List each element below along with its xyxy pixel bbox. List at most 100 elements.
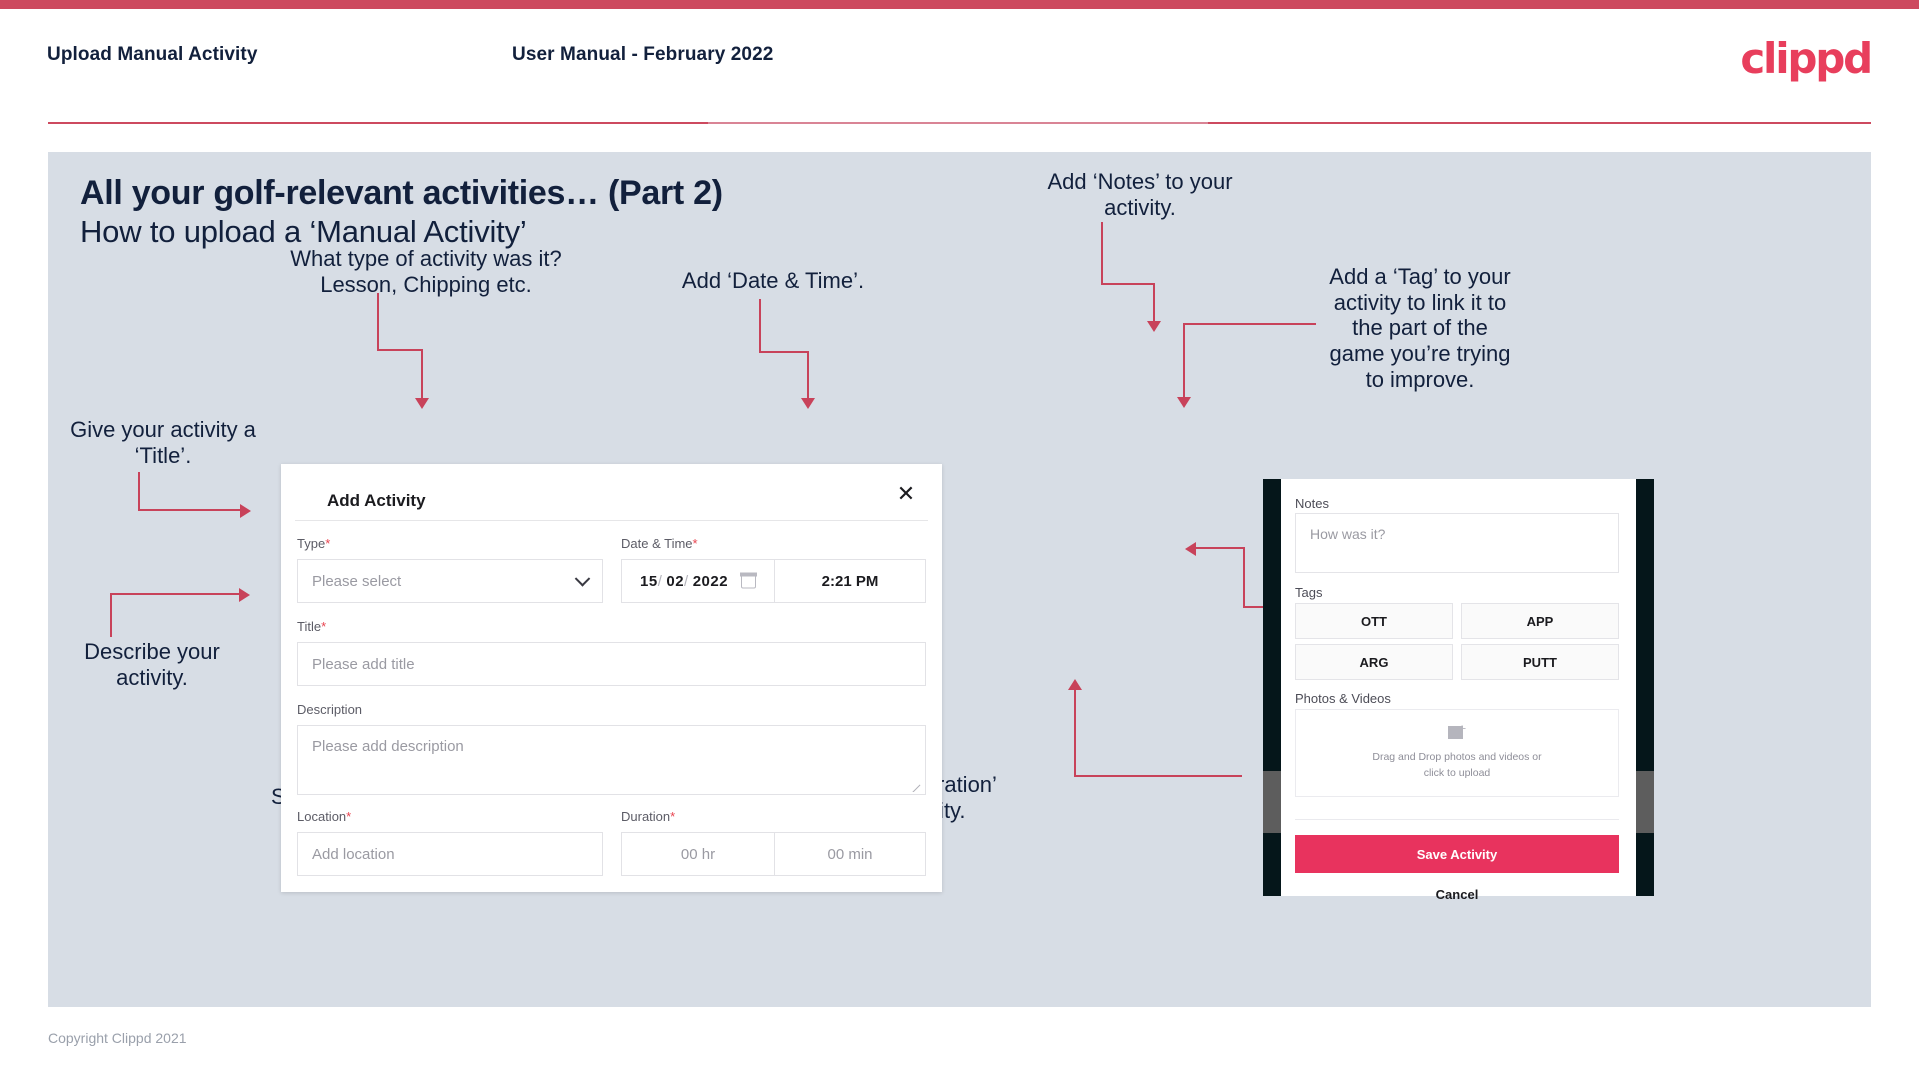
close-icon[interactable]: ✕ xyxy=(889,478,923,512)
description-label: Description xyxy=(297,702,363,717)
connector-type-h xyxy=(377,349,422,351)
header-divider xyxy=(48,122,1871,124)
annotation-title: Give your activity a ‘Title’. xyxy=(70,417,256,468)
dropzone-line-2: click to upload xyxy=(1423,767,1491,779)
connector-type-v1 xyxy=(377,293,379,350)
connector-dt-arrow xyxy=(801,398,815,409)
annotation-notes: Add ‘Notes’ to your activity. xyxy=(1047,169,1233,220)
connector-tags-h xyxy=(1183,323,1316,325)
phone-screen: Notes How was it? Tags OTT APP ARG PUTT xyxy=(1281,479,1636,902)
connector-dt-h xyxy=(759,351,808,353)
duration-hours-value: 00 hr xyxy=(680,845,716,863)
title-placeholder: Please add title xyxy=(312,655,415,673)
connector-upload-arrow xyxy=(1185,542,1196,556)
connector-upload-h2 xyxy=(1196,547,1244,549)
connector-save-arrow xyxy=(1068,679,1082,690)
dialog-title: Add Activity xyxy=(327,491,426,510)
clippd-logo: clippd xyxy=(1740,34,1873,83)
tag-putt-label: PUTT xyxy=(1523,654,1557,670)
notes-label: Notes xyxy=(1295,496,1329,511)
connector-upload-v xyxy=(1243,547,1245,607)
header-center-title: User Manual - February 2022 xyxy=(512,44,774,65)
photo-dropzone[interactable]: + Drag and Drop photos and videos or cli… xyxy=(1295,709,1619,797)
connector-notes-arrow xyxy=(1147,321,1161,332)
header-left-title: Upload Manual Activity xyxy=(47,44,258,65)
tag-app-label: APP xyxy=(1526,613,1554,629)
top-accent-bar xyxy=(0,0,1919,9)
date-year: 2022 xyxy=(692,572,729,590)
phone-right-bezel xyxy=(1636,479,1654,896)
connector-title-arrow xyxy=(240,504,251,518)
time-input[interactable]: 2:21 PM xyxy=(775,560,925,602)
duration-label: Duration* xyxy=(621,809,676,824)
connector-tags-arrow xyxy=(1177,397,1191,408)
datetime-label: Date & Time* xyxy=(621,536,698,551)
tag-arg[interactable]: ARG xyxy=(1295,644,1453,680)
notes-placeholder: How was it? xyxy=(1310,526,1386,542)
phone-right-scroll-indicator xyxy=(1636,771,1654,833)
duration-hours-input[interactable]: 00 hr xyxy=(622,833,774,875)
tag-ott[interactable]: OTT xyxy=(1295,603,1453,639)
slide-page: Upload Manual Activity User Manual - Feb… xyxy=(0,0,1919,1079)
connector-save-h xyxy=(1074,775,1242,777)
title-input[interactable]: Please add title xyxy=(297,642,926,686)
connector-dt-v2 xyxy=(807,351,809,399)
annotation-type: What type of activity was it? Lesson, Chi… xyxy=(290,246,562,297)
phone-left-bezel xyxy=(1263,479,1281,896)
tag-arg-label: ARG xyxy=(1359,654,1389,670)
connector-desc-arrow xyxy=(239,588,250,602)
connector-dt-v1 xyxy=(759,299,761,352)
location-label: Location* xyxy=(297,809,352,824)
cancel-button[interactable]: Cancel xyxy=(1295,881,1619,907)
connector-type-arrow xyxy=(415,398,429,409)
phone-divider xyxy=(1295,819,1619,820)
page-subtitle: How to upload a ‘Manual Activity’ xyxy=(80,214,527,249)
duration-minutes-value: 00 min xyxy=(827,845,873,863)
time-value: 2:21 PM xyxy=(821,572,879,590)
add-activity-dialog: Add Activity ✕ Type* Please select Date … xyxy=(281,464,942,892)
tag-ott-label: OTT xyxy=(1361,613,1387,629)
cancel-label: Cancel xyxy=(1435,886,1479,902)
annotation-tags: Add a ‘Tag’ to your activity to link it t… xyxy=(1329,264,1511,392)
calendar-icon[interactable] xyxy=(740,572,757,589)
annotation-datetime: Add ‘Date & Time’. xyxy=(681,268,865,293)
date-input[interactable]: 15 / 02 / 2022 xyxy=(622,560,774,602)
connector-tags-v xyxy=(1183,323,1185,398)
description-textarea[interactable]: Please add description xyxy=(297,725,926,795)
datetime-field: 15 / 02 / 2022 2:21 PM xyxy=(621,559,926,603)
date-sep-2: / xyxy=(684,572,689,590)
slide-canvas: All your golf-relevant activities… (Part… xyxy=(48,152,1871,1007)
location-placeholder: Add location xyxy=(312,845,395,863)
date-day: 15 xyxy=(640,572,658,590)
connector-type-v2 xyxy=(421,349,423,399)
save-activity-button[interactable]: Save Activity xyxy=(1295,835,1619,873)
annotation-description: Describe your activity. xyxy=(84,639,220,690)
mobile-preview-panel: Notes How was it? Tags OTT APP ARG PUTT xyxy=(1263,479,1654,902)
tag-putt[interactable]: PUTT xyxy=(1461,644,1619,680)
photos-label: Photos & Videos xyxy=(1295,691,1391,706)
connector-desc-h xyxy=(110,593,240,595)
phone-left-scroll-indicator xyxy=(1263,771,1281,833)
type-placeholder: Please select xyxy=(312,572,402,590)
connector-notes-v2 xyxy=(1153,283,1155,322)
description-placeholder: Please add description xyxy=(312,738,464,755)
connector-notes-v1 xyxy=(1101,222,1103,284)
title-label: Title* xyxy=(297,619,327,634)
tag-app[interactable]: APP xyxy=(1461,603,1619,639)
dropzone-line-1: Drag and Drop photos and videos or xyxy=(1372,751,1542,764)
type-label: Type* xyxy=(297,536,331,551)
date-sep-1: / xyxy=(657,572,663,590)
resize-grip-icon[interactable] xyxy=(912,782,922,792)
connector-notes-h xyxy=(1101,283,1155,285)
connector-desc-v xyxy=(110,593,112,637)
duration-minutes-input[interactable]: 00 min xyxy=(775,833,925,875)
dialog-divider xyxy=(295,520,928,521)
type-select[interactable]: Please select xyxy=(297,559,603,603)
tags-label: Tags xyxy=(1295,585,1323,600)
page-title: All your golf-relevant activities… (Part… xyxy=(80,174,723,212)
notes-textarea[interactable]: How was it? xyxy=(1295,513,1619,573)
connector-title-v xyxy=(138,472,140,511)
location-input[interactable]: Add location xyxy=(297,832,603,876)
connector-title-h xyxy=(138,509,241,511)
duration-field: 00 hr 00 min xyxy=(621,832,926,876)
